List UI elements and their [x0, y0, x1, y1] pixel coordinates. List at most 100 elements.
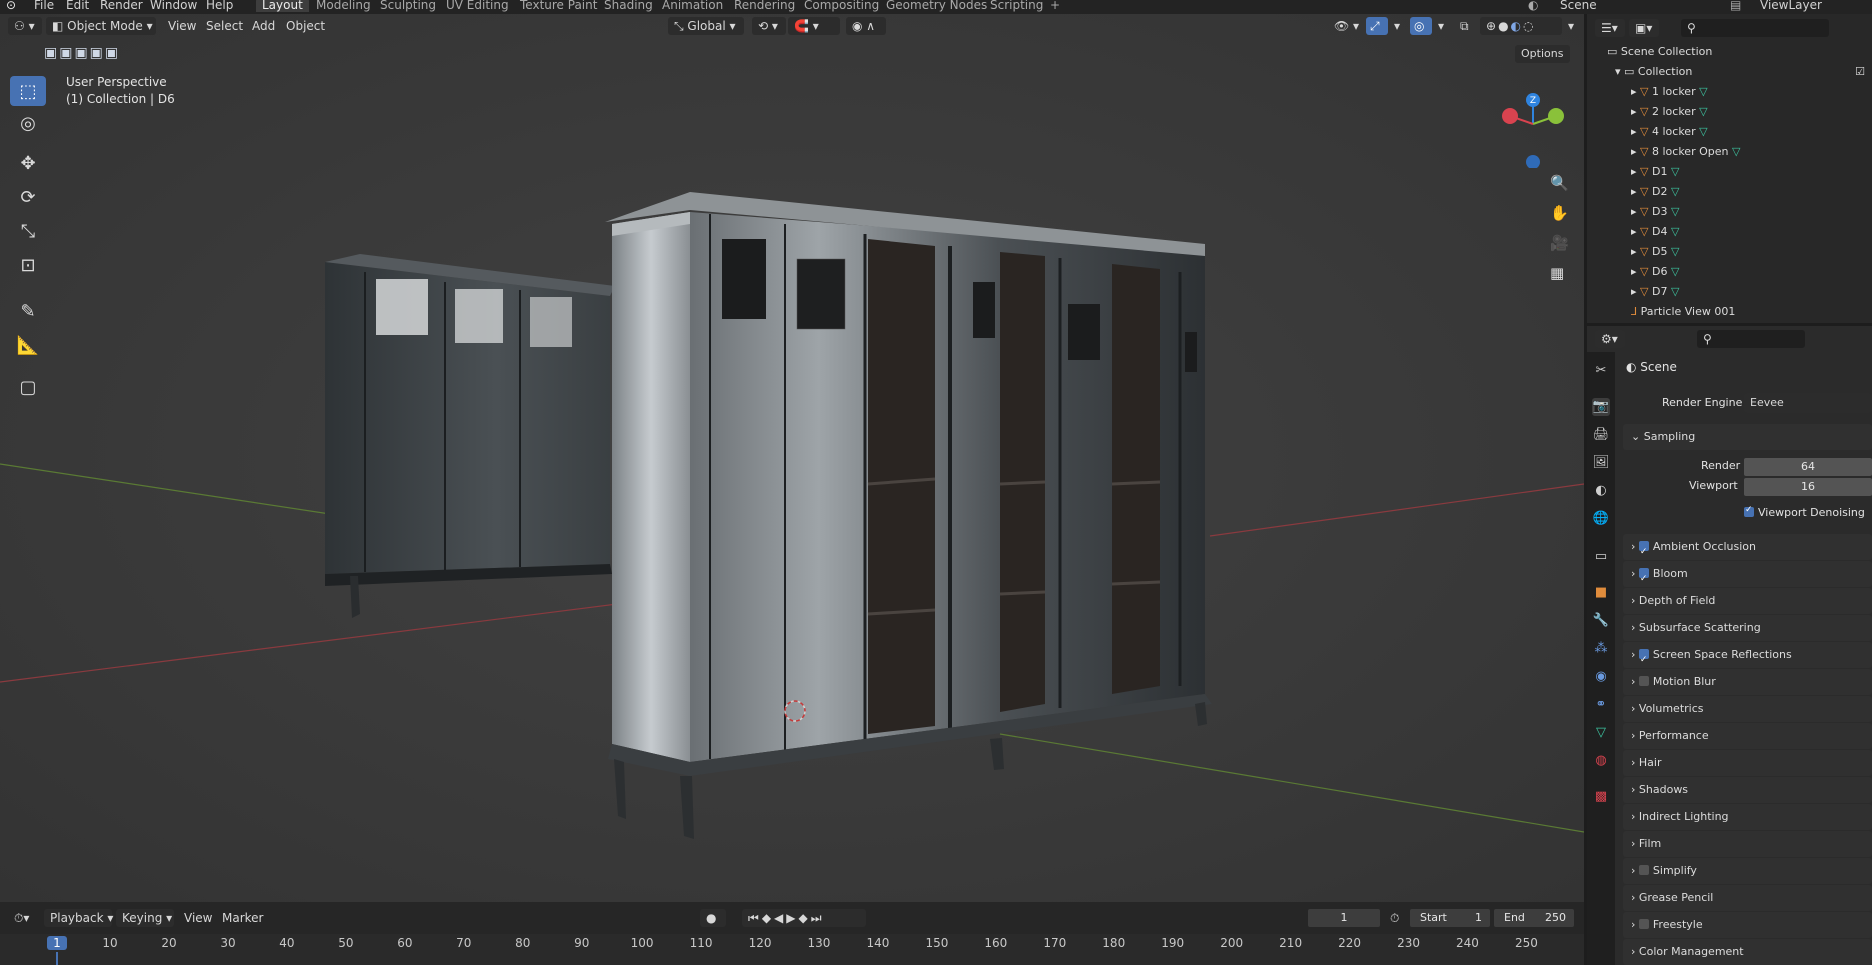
property-panel-header[interactable]: › Grease Pencil	[1623, 885, 1872, 911]
y-axis-handle[interactable]	[1548, 108, 1564, 124]
property-panel-header[interactable]: › Volumetrics	[1623, 696, 1872, 722]
scene-tab-icon[interactable]: ◐	[1592, 482, 1610, 500]
overlays-toggle-icon[interactable]: ◎	[1410, 17, 1432, 35]
marker-menu[interactable]: Marker	[216, 909, 269, 927]
start-frame-field[interactable]: Start 1	[1410, 909, 1490, 927]
property-panel-header[interactable]: › Subsurface Scattering	[1623, 615, 1872, 641]
viewport-denoising-toggle[interactable]: Viewport Denoising	[1744, 505, 1865, 519]
scene-collection-row[interactable]: ▭ Scene Collection	[1607, 42, 1712, 62]
outliner-type-button[interactable]: ☰▾	[1595, 19, 1625, 37]
tab-modeling[interactable]: Modeling	[310, 0, 377, 12]
mesh-data-icon[interactable]: ▽	[1667, 265, 1679, 278]
menu-select[interactable]: Select	[200, 17, 249, 35]
annotate-tool-icon[interactable]: ✎	[10, 296, 46, 326]
prev-keyframe-icon[interactable]: ◆	[762, 911, 774, 925]
tab-compositing[interactable]: Compositing	[798, 0, 885, 12]
outliner-item[interactable]: ⅃ Particle View 001	[1631, 302, 1735, 322]
tab-layout[interactable]: Layout	[256, 0, 309, 12]
outliner-item[interactable]: ▸ ▽ D7 ▽	[1631, 282, 1679, 302]
outliner-item[interactable]: ▸ ▽ D2 ▽	[1631, 182, 1679, 202]
move-tool-icon[interactable]: ✥	[10, 148, 46, 178]
menu-edit[interactable]: Edit	[66, 0, 89, 12]
mesh-data-icon[interactable]: ▽	[1667, 165, 1679, 178]
transform-tool-icon[interactable]: ⊡	[10, 250, 46, 280]
snap-button[interactable]: 🧲 ▾	[788, 17, 840, 35]
outliner-item[interactable]: ▸ ▽ 1 locker ▽	[1631, 82, 1708, 102]
playhead[interactable]	[56, 952, 58, 965]
scene-icon[interactable]: ◐	[1528, 0, 1538, 12]
properties-type-button[interactable]: ⚙▾	[1595, 330, 1625, 348]
play-reverse-icon[interactable]: ◀	[774, 911, 786, 925]
modifier-tab-icon[interactable]: 🔧	[1592, 612, 1610, 630]
neg-z-axis-handle[interactable]	[1526, 155, 1540, 168]
property-panel-header[interactable]: › Color Management	[1623, 939, 1872, 965]
add-cube-tool-icon[interactable]: ▢	[10, 372, 46, 402]
mesh-data-icon[interactable]: ▽	[1667, 245, 1679, 258]
mesh-data-icon[interactable]: ▽	[1728, 145, 1740, 158]
end-frame-field[interactable]: End 250	[1494, 909, 1574, 927]
render-tab-icon[interactable]: 📷	[1592, 398, 1610, 416]
properties-search-input[interactable]: ⚲	[1697, 330, 1805, 348]
property-panel-header[interactable]: › Screen Space Reflections	[1623, 642, 1872, 673]
timeline-type-button[interactable]: ⏱▾	[8, 909, 35, 927]
panel-enable-checkbox[interactable]	[1638, 865, 1649, 875]
menu-file[interactable]: File	[34, 0, 54, 12]
camera-view-icon[interactable]: 🎥	[1550, 234, 1569, 252]
playback-dropdown[interactable]: Playback ▾	[44, 909, 113, 927]
gizmo-dropdown[interactable]: ▾	[1388, 17, 1406, 35]
view-layer-tab-icon[interactable]: 🖼	[1592, 454, 1610, 472]
menu-window[interactable]: Window	[150, 0, 197, 12]
object-tab-icon[interactable]: ■	[1592, 584, 1610, 602]
outliner-item[interactable]: ▸ ▽ D6 ▽	[1631, 262, 1679, 282]
viewport-denoising-checkbox[interactable]	[1744, 505, 1754, 517]
pivot-point-button[interactable]: ⟲ ▾	[752, 17, 786, 35]
property-panel-header[interactable]: › Ambient Occlusion	[1623, 534, 1872, 565]
gizmo-toggle-icon[interactable]: ⤢	[1366, 17, 1388, 35]
tool-tab-icon[interactable]: ✂	[1592, 362, 1610, 380]
tab-scripting[interactable]: Scripting	[984, 0, 1049, 12]
outliner-item[interactable]: ▸ ▽ D5 ▽	[1631, 242, 1679, 262]
solid-icon[interactable]: ●	[1498, 19, 1510, 33]
menu-object[interactable]: Object	[280, 17, 331, 35]
texture-tab-icon[interactable]: ▩	[1592, 788, 1610, 806]
expand-arrow-icon[interactable]: ▸	[1631, 205, 1640, 218]
expand-arrow-icon[interactable]: ▸	[1631, 105, 1640, 118]
jump-start-icon[interactable]: ⏮	[748, 911, 762, 925]
mesh-data-icon[interactable]: ▽	[1696, 85, 1707, 98]
property-panel-header[interactable]: › Bloom	[1623, 561, 1872, 592]
tab-rendering[interactable]: Rendering	[728, 0, 801, 12]
proportional-editing-button[interactable]: ◉ ∧	[846, 17, 886, 35]
editor-type-button[interactable]: ⚇ ▾	[8, 17, 42, 35]
wireframe-icon[interactable]: ⊕	[1486, 19, 1498, 33]
property-panel-header[interactable]: › Performance	[1623, 723, 1872, 749]
collection-tab-icon[interactable]: ▭	[1592, 548, 1610, 566]
auto-keying-icon[interactable]: ●	[700, 909, 726, 927]
expand-arrow-icon[interactable]: ▸	[1631, 225, 1640, 238]
mesh-data-icon[interactable]: ▽	[1696, 125, 1707, 138]
sampling-viewport-field[interactable]: 16	[1744, 478, 1872, 496]
measure-tool-icon[interactable]: 📐	[10, 330, 46, 360]
data-tab-icon[interactable]: ▽	[1592, 724, 1610, 742]
shading-dropdown[interactable]: ▾	[1562, 17, 1580, 35]
tab-geometry-nodes[interactable]: Geometry Nodes	[880, 0, 993, 12]
property-panel-header[interactable]: › Motion Blur	[1623, 669, 1872, 695]
selection-mode-icons[interactable]: ▣▣▣▣▣	[44, 45, 120, 61]
current-frame-field[interactable]: 1	[1308, 909, 1380, 927]
stopwatch-icon[interactable]: ⏱	[1384, 909, 1405, 927]
view-layer-icon[interactable]: ▤	[1730, 0, 1741, 12]
expand-arrow-icon[interactable]: ▸	[1631, 145, 1640, 158]
mesh-data-icon[interactable]: ▽	[1667, 205, 1679, 218]
menu-render[interactable]: Render	[100, 0, 143, 12]
scene-name[interactable]: Scene	[1560, 0, 1597, 12]
property-panel-header[interactable]: › Hair	[1623, 750, 1872, 776]
particles-tab-icon[interactable]: ⁂	[1592, 640, 1610, 658]
zoom-icon[interactable]: 🔍	[1550, 174, 1569, 192]
expand-arrow-icon[interactable]: ▸	[1631, 165, 1640, 178]
add-workspace-icon[interactable]: +	[1050, 0, 1060, 12]
panel-enable-checkbox[interactable]	[1638, 566, 1649, 592]
expand-arrow-icon[interactable]: ▸	[1631, 285, 1640, 298]
property-panel-header[interactable]: › Shadows	[1623, 777, 1872, 803]
panel-enable-checkbox[interactable]	[1638, 647, 1649, 673]
shading-mode-buttons[interactable]: ⊕●◐◌	[1480, 17, 1562, 35]
next-keyframe-icon[interactable]: ◆	[799, 911, 811, 925]
